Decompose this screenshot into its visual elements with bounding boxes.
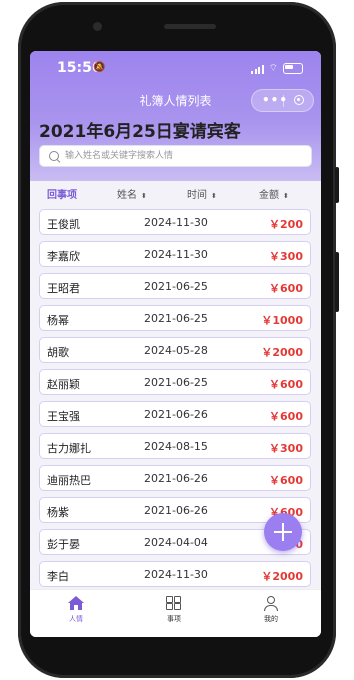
grid-icon xyxy=(166,596,182,611)
record-date: 2024-11-30 xyxy=(144,248,208,261)
record-date: 2024-04-04 xyxy=(144,536,208,549)
list-item[interactable]: 王昭君 2021-06-25 ￥600 xyxy=(39,273,311,299)
record-name: 胡歌 xyxy=(47,346,69,359)
record-amount: ￥1000 xyxy=(261,314,303,327)
sort-by-amount[interactable]: 金额 ⬍ xyxy=(259,186,289,201)
record-name: 李嘉欣 xyxy=(47,250,80,263)
sort-icon: ⬍ xyxy=(211,192,217,200)
sort-by-time[interactable]: 时间 ⬍ xyxy=(187,186,217,201)
record-amount: ￥600 xyxy=(269,282,303,295)
list-item[interactable]: 古力娜扎 2024-08-15 ￥300 xyxy=(39,433,311,459)
record-date: 2021-06-26 xyxy=(144,472,208,485)
search-input[interactable] xyxy=(65,147,305,165)
record-amount: ￥300 xyxy=(269,442,303,455)
add-record-button[interactable] xyxy=(264,513,302,551)
search-bar xyxy=(39,145,312,167)
list-item[interactable]: 李白 2024-11-30 ￥2000 xyxy=(39,561,311,587)
list-item[interactable]: 杨幂 2021-06-25 ￥1000 xyxy=(39,305,311,331)
record-date: 2024-05-28 xyxy=(144,344,208,357)
record-name: 杨紫 xyxy=(47,506,69,519)
earpiece-speaker xyxy=(164,24,216,29)
status-bar: 15:56 🔕 ⌔ xyxy=(30,51,321,85)
list-item[interactable]: 王俊凯 2024-11-30 ￥200 xyxy=(39,209,311,235)
record-amount: ￥2000 xyxy=(261,570,303,583)
page-title: 2021年6月25日宴请宾客 xyxy=(39,122,241,142)
app-screen: 15:56 🔕 ⌔ 礼簿人情列表 ••• 2021年6月25日宴请宾客 输入姓名… xyxy=(30,51,321,637)
record-name: 赵丽颖 xyxy=(47,378,80,391)
column-amount-label: 金额 xyxy=(259,190,279,201)
power-button xyxy=(335,167,339,203)
sort-by-name[interactable]: 姓名 ⬍ xyxy=(117,186,147,201)
record-date: 2024-11-30 xyxy=(144,216,208,229)
record-date: 2024-11-30 xyxy=(144,568,208,581)
record-date: 2021-06-25 xyxy=(144,280,208,293)
record-amount: ￥2000 xyxy=(261,346,303,359)
record-amount: ￥200 xyxy=(269,218,303,231)
record-name: 杨幂 xyxy=(47,314,69,327)
bottom-tab-bar: 人情 事项 我的 xyxy=(30,589,321,637)
column-header: 回事项 姓名 ⬍ 时间 ⬍ 金额 ⬍ xyxy=(30,181,321,205)
close-target-icon[interactable] xyxy=(294,95,304,105)
list-item[interactable]: 赵丽颖 2021-06-25 ￥600 xyxy=(39,369,311,395)
record-name: 李白 xyxy=(47,570,69,583)
tab-label: 事项 xyxy=(167,615,181,623)
user-icon xyxy=(263,596,279,611)
record-name: 迪丽热巴 xyxy=(47,474,91,487)
volume-button xyxy=(335,252,339,312)
bell-muted-icon: 🔕 xyxy=(93,62,106,73)
miniprogram-capsule: ••• xyxy=(251,89,314,112)
record-date: 2021-06-26 xyxy=(144,408,208,421)
tab-label: 我的 xyxy=(264,615,278,623)
column-name-label: 姓名 xyxy=(117,190,137,201)
record-date: 2024-08-15 xyxy=(144,440,208,453)
list-item[interactable]: 胡歌 2024-05-28 ￥2000 xyxy=(39,337,311,363)
front-camera xyxy=(93,22,102,31)
record-date: 2021-06-25 xyxy=(144,312,208,325)
list-item[interactable]: 王宝强 2021-06-26 ￥600 xyxy=(39,401,311,427)
record-name: 古力娜扎 xyxy=(47,442,91,455)
sort-icon: ⬍ xyxy=(141,192,147,200)
sort-icon: ⬍ xyxy=(283,192,289,200)
more-menu-button[interactable]: ••• xyxy=(262,93,288,107)
record-date: 2021-06-25 xyxy=(144,376,208,389)
record-amount: ￥300 xyxy=(269,250,303,263)
phone-frame: 15:56 🔕 ⌔ 礼簿人情列表 ••• 2021年6月25日宴请宾客 输入姓名… xyxy=(18,2,339,678)
capsule-divider xyxy=(283,95,284,107)
search-icon xyxy=(49,151,59,161)
record-name: 王俊凯 xyxy=(47,218,80,231)
tab-shixiang[interactable]: 事项 xyxy=(144,596,204,624)
signal-icon xyxy=(251,64,264,74)
home-icon xyxy=(68,596,84,611)
record-amount: ￥600 xyxy=(269,410,303,423)
record-amount: ￥600 xyxy=(269,378,303,391)
record-name: 王宝强 xyxy=(47,410,80,423)
list-item[interactable]: 迪丽热巴 2021-06-26 ￥600 xyxy=(39,465,311,491)
header: 15:56 🔕 ⌔ 礼簿人情列表 ••• 2021年6月25日宴请宾客 xyxy=(30,51,321,181)
wifi-icon: ⌔ xyxy=(268,63,278,74)
record-amount: ￥600 xyxy=(269,474,303,487)
tab-label: 人情 xyxy=(69,615,83,623)
plus-icon xyxy=(282,523,284,541)
record-name: 王昭君 xyxy=(47,282,80,295)
record-name: 彭于晏 xyxy=(47,538,80,551)
status-indicators: ⌔ xyxy=(251,62,303,75)
battery-icon xyxy=(283,63,303,74)
tab-events[interactable]: 回事项 xyxy=(47,186,77,201)
list-item[interactable]: 李嘉欣 2024-11-30 ￥300 xyxy=(39,241,311,267)
record-date: 2021-06-26 xyxy=(144,504,208,517)
tab-mine[interactable]: 我的 xyxy=(241,596,301,624)
column-time-label: 时间 xyxy=(187,190,207,201)
tab-renqing[interactable]: 人情 xyxy=(46,596,106,624)
